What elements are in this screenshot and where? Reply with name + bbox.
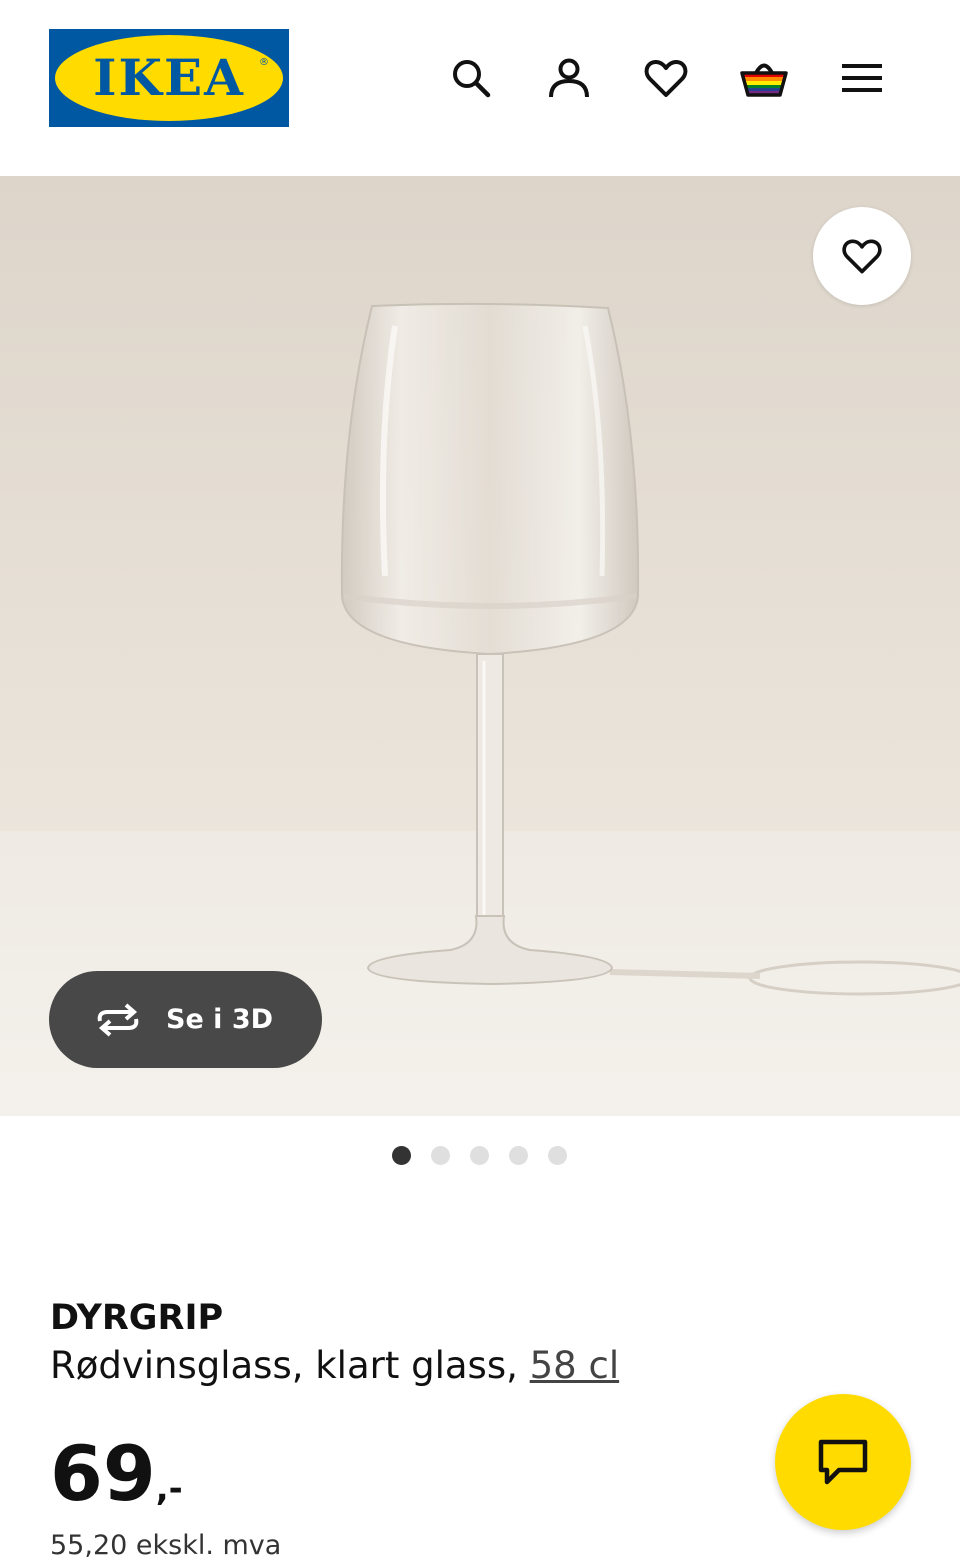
menu-icon[interactable] (838, 54, 886, 102)
chat-button[interactable] (775, 1394, 911, 1530)
product-description: Rødvinsglass, klart glass, 58 cl (50, 1344, 619, 1387)
product-volume-link[interactable]: 58 cl (530, 1344, 619, 1387)
heart-icon[interactable] (642, 54, 690, 102)
product-type: Rødvinsglass, klart glass, (50, 1344, 530, 1387)
pagination-dot[interactable] (548, 1146, 567, 1165)
registered-mark: ® (259, 57, 269, 68)
price-excl-vat: 55,20 ekskl. mva (50, 1530, 282, 1561)
product-image[interactable]: Se i 3D (0, 176, 960, 1116)
view-in-3d-label: Se i 3D (166, 1004, 274, 1035)
pagination-dot[interactable] (431, 1146, 450, 1165)
view-in-3d-button[interactable]: Se i 3D (49, 971, 322, 1068)
basket-icon[interactable] (740, 54, 788, 102)
account-icon[interactable] (545, 54, 593, 102)
pagination-dot[interactable] (509, 1146, 528, 1165)
ikea-logo[interactable]: IKEA ® (49, 29, 289, 127)
site-header: IKEA ® (0, 0, 960, 176)
pagination-dot[interactable] (392, 1146, 411, 1165)
logo-text: IKEA (93, 48, 245, 107)
chat-icon (818, 1439, 868, 1485)
save-to-favourites-button[interactable] (813, 207, 911, 305)
rotate-3d-icon (97, 1003, 139, 1037)
search-icon[interactable] (447, 54, 495, 102)
pagination-dot[interactable] (470, 1146, 489, 1165)
product-price: 69,- (50, 1428, 183, 1535)
product-name: DYRGRIP (50, 1298, 224, 1338)
heart-icon (842, 239, 882, 274)
price-value: 69 (50, 1429, 156, 1518)
price-suffix: ,- (155, 1469, 183, 1509)
